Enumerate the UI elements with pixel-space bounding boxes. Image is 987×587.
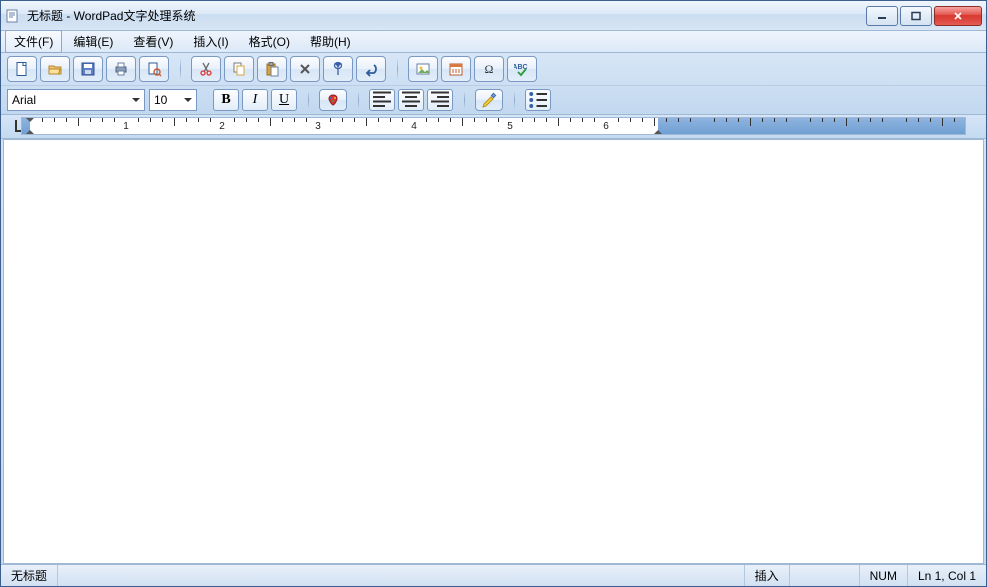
toolbar-row-1: Ω ABC	[1, 53, 986, 85]
symbol-button[interactable]: Ω	[474, 56, 504, 82]
window-controls	[864, 6, 982, 26]
font-size-select[interactable]: 10	[149, 89, 197, 111]
style-group: B I U	[213, 89, 309, 111]
font-name-select[interactable]: Arial	[7, 89, 145, 111]
bullets-group	[525, 89, 563, 111]
status-position: Ln 1, Col 1	[908, 565, 986, 586]
toolbar-area: Ω ABC Arial 10 B I U	[1, 53, 986, 115]
undo-button[interactable]	[356, 56, 386, 82]
image-button[interactable]	[408, 56, 438, 82]
spellcheck-button[interactable]: ABC	[507, 56, 537, 82]
minimize-button[interactable]	[866, 6, 898, 26]
menu-edit[interactable]: 编辑(E)	[64, 30, 122, 53]
color-group	[319, 89, 359, 111]
status-insert-mode: 插入	[745, 565, 790, 586]
svg-text:Ω: Ω	[485, 62, 494, 76]
align-group	[369, 89, 465, 111]
align-left-button[interactable]	[369, 89, 395, 111]
status-spacer	[58, 565, 745, 586]
cut-button[interactable]	[191, 56, 221, 82]
menu-insert[interactable]: 插入(I)	[184, 30, 237, 53]
font-name-value: Arial	[12, 93, 36, 107]
highlight-group	[475, 89, 515, 111]
save-button[interactable]	[73, 56, 103, 82]
insert-group: Ω ABC	[408, 56, 549, 82]
highlight-button[interactable]	[475, 89, 503, 111]
status-numlock: NUM	[860, 565, 908, 586]
editor-area[interactable]	[3, 139, 984, 564]
app-icon	[5, 8, 21, 24]
print-button[interactable]	[106, 56, 136, 82]
menu-view[interactable]: 查看(V)	[124, 30, 182, 53]
menubar: 文件(F) 编辑(E) 查看(V) 插入(I) 格式(O) 帮助(H)	[1, 31, 986, 53]
copy-button[interactable]	[224, 56, 254, 82]
menu-help[interactable]: 帮助(H)	[301, 30, 360, 53]
edit-group	[191, 56, 398, 82]
align-center-button[interactable]	[398, 89, 424, 111]
ruler-area: 123456	[1, 115, 986, 139]
font-size-value: 10	[154, 93, 167, 107]
bullets-button[interactable]	[525, 89, 551, 111]
status-doc-name: 无标题	[1, 565, 58, 586]
toolbar-row-2: Arial 10 B I U	[1, 85, 986, 114]
titlebar: 无标题 - WordPad文字处理系统	[1, 1, 986, 31]
bold-button[interactable]: B	[213, 89, 239, 111]
menu-format[interactable]: 格式(O)	[240, 30, 299, 53]
window-title: 无标题 - WordPad文字处理系统	[27, 7, 864, 24]
align-right-button[interactable]	[427, 89, 453, 111]
menu-file[interactable]: 文件(F)	[5, 30, 62, 53]
paste-button[interactable]	[257, 56, 287, 82]
close-button[interactable]	[934, 6, 982, 26]
preview-button[interactable]	[139, 56, 169, 82]
font-color-button[interactable]	[319, 89, 347, 111]
maximize-button[interactable]	[900, 6, 932, 26]
ruler[interactable]: 123456	[21, 117, 966, 135]
new-button[interactable]	[7, 56, 37, 82]
date-button[interactable]	[441, 56, 471, 82]
find-button[interactable]	[323, 56, 353, 82]
delete-button[interactable]	[290, 56, 320, 82]
underline-button[interactable]: U	[271, 89, 297, 111]
app-window: 无标题 - WordPad文字处理系统 文件(F) 编辑(E) 查看(V) 插入…	[0, 0, 987, 587]
file-group	[7, 56, 181, 82]
italic-button[interactable]: I	[242, 89, 268, 111]
open-button[interactable]	[40, 56, 70, 82]
statusbar: 无标题 插入 NUM Ln 1, Col 1	[1, 564, 986, 586]
